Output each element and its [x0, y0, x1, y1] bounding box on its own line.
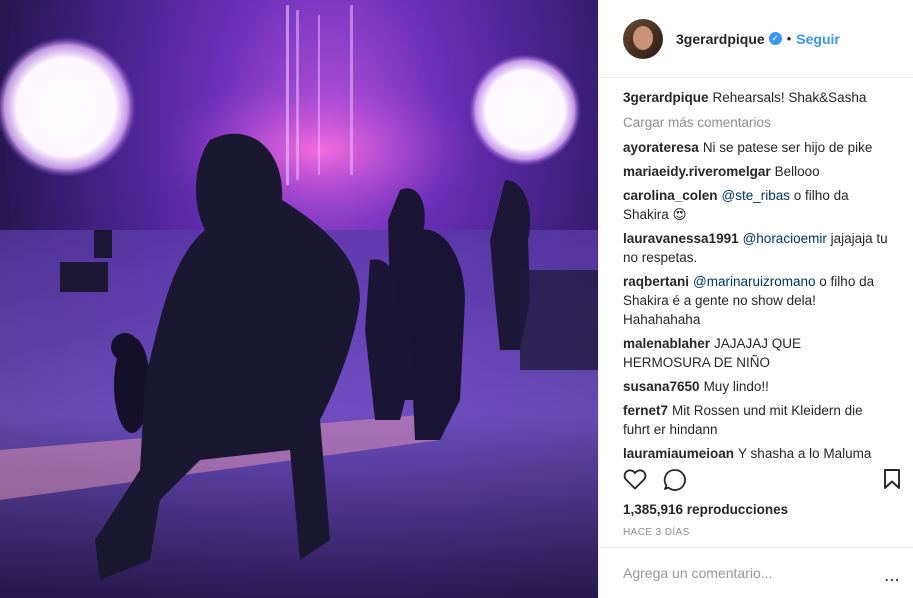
post-header: 3gerardpique ✓ • Seguir: [599, 0, 913, 78]
comment-text: Bellooo: [774, 164, 820, 179]
comments-list[interactable]: 3gerardpique Rehearsals! Shak&Sasha Carga…: [623, 88, 891, 460]
comment-mention[interactable]: @horacioemir: [743, 231, 827, 246]
comment-item: mariaeidy.riveromelgar Bellooo: [623, 162, 891, 181]
comment-mention[interactable]: @ste_ribas: [722, 188, 790, 203]
post-timestamp[interactable]: HACE 3 DÍAS: [623, 527, 690, 538]
avatar[interactable]: [623, 18, 663, 59]
comment-username[interactable]: malenablaher: [623, 336, 710, 351]
video-player[interactable]: [0, 0, 598, 598]
verified-badge-icon: ✓: [768, 32, 782, 45]
comment-item: malenablaher JAJAJAJ QUE HERMOSURA DE NIÑ…: [623, 334, 891, 372]
header-separator: •: [786, 31, 792, 46]
comment-username[interactable]: ayorateresa: [623, 140, 699, 155]
comment-text: Muy lindo!!: [703, 379, 769, 394]
caption-username[interactable]: 3gerardpique: [623, 90, 709, 105]
comment-item: ayorateresa Ni se patese ser hijo de pike: [623, 138, 891, 157]
video-frame: [0, 5, 598, 598]
caption-text: Rehearsals! Shak&Sasha: [712, 90, 867, 105]
more-options-icon[interactable]: ⋯: [884, 570, 901, 590]
instagram-post: 3gerardpique ✓ • Seguir 3gerardpique Rehe…: [0, 0, 913, 598]
comment-item: susana7650 Muy lindo!!: [623, 377, 891, 396]
comment-username[interactable]: carolina_colen: [623, 188, 718, 203]
comment-item: fernet7 Mit Rossen und mit Kleidern die f…: [623, 401, 891, 439]
header-username[interactable]: 3gerardpique: [676, 31, 765, 47]
comment-entries: ayorateresa Ni se patese ser hijo de pike…: [623, 138, 891, 460]
view-count[interactable]: 1,385,916 reproducciones: [623, 502, 788, 517]
heart-icon[interactable]: [623, 468, 647, 490]
follow-button[interactable]: Seguir: [796, 31, 840, 47]
comment-username[interactable]: lauravanessa1991: [623, 231, 739, 246]
comment-input[interactable]: Agrega un comentario...: [599, 547, 913, 598]
comment-item: raqbertani @marinaruizromano o filho da S…: [623, 272, 891, 329]
comment-text: Ni se patese ser hijo de pike: [702, 140, 873, 155]
caption: 3gerardpique Rehearsals! Shak&Sasha: [623, 88, 891, 107]
comment-username[interactable]: raqbertani: [623, 274, 689, 289]
comment-mention[interactable]: @marinaruizromano: [693, 274, 816, 289]
comment-icon[interactable]: [663, 468, 687, 492]
comment-username[interactable]: fernet7: [623, 403, 668, 418]
load-more-comments-button[interactable]: Cargar más comentarios: [623, 113, 891, 132]
comment-item: carolina_colen @ste_ribas o filho da Shak…: [623, 186, 891, 224]
comment-item: lauramiaumeioan Y shasha a lo Maluma: [623, 444, 891, 460]
post-sidebar: 3gerardpique ✓ • Seguir 3gerardpique Rehe…: [598, 0, 913, 598]
action-bar: [623, 466, 905, 496]
comment-username[interactable]: lauramiaumeioan: [623, 446, 734, 460]
comment-item: lauravanessa1991 @horacioemir jajajaja tu…: [623, 229, 891, 267]
comment-text: Y shasha a lo Maluma: [738, 446, 872, 460]
bookmark-icon[interactable]: [883, 468, 901, 490]
comment-username[interactable]: susana7650: [623, 379, 700, 394]
comment-username[interactable]: mariaeidy.riveromelgar: [623, 164, 771, 179]
